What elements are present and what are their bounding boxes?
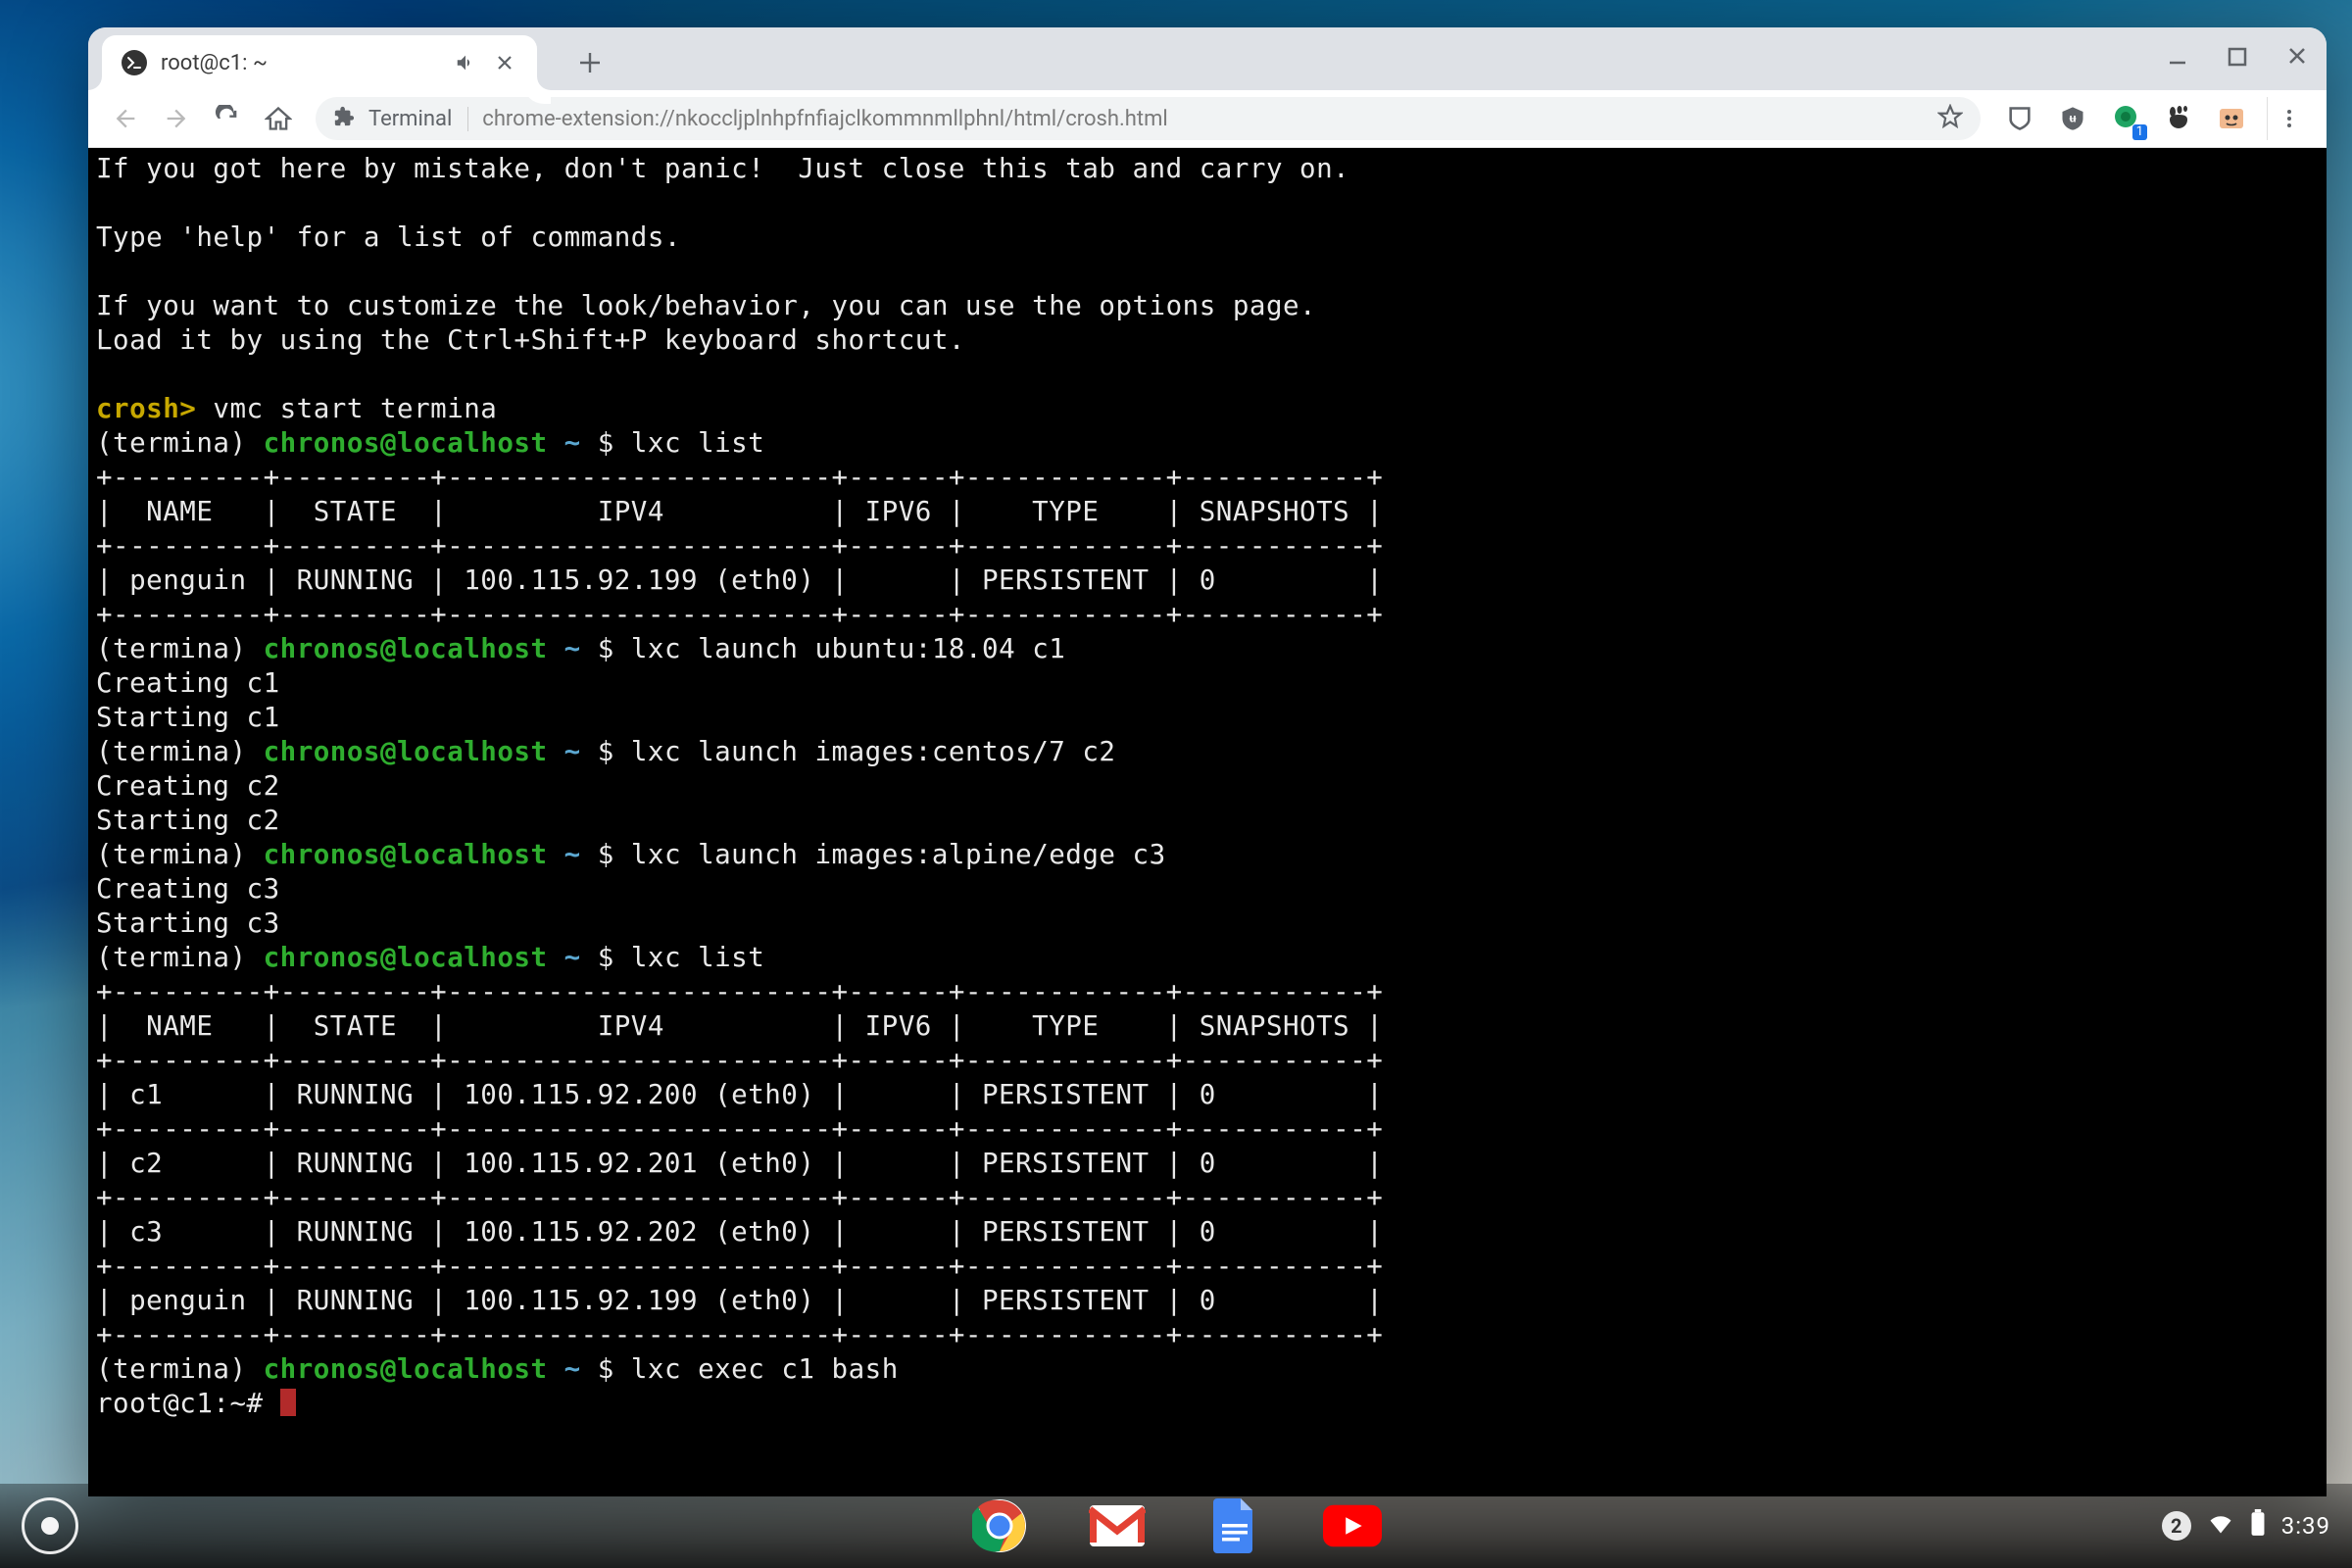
notification-count-badge: 2	[2162, 1511, 2191, 1541]
svg-text:ʉ: ʉ	[2069, 112, 2076, 125]
omnibox-prefix: Terminal	[368, 107, 468, 131]
tab-close-icon[interactable]	[492, 50, 517, 75]
chrome-app-icon[interactable]	[970, 1496, 1029, 1555]
gmail-app-icon[interactable]	[1088, 1496, 1147, 1555]
terminal-favicon-icon	[122, 50, 147, 75]
docs-app-icon[interactable]	[1205, 1496, 1264, 1555]
omnibox-url: chrome-extension://nkoccljplnhpfnfiajclk…	[482, 107, 1167, 131]
new-tab-button[interactable]	[566, 39, 613, 86]
launcher-button[interactable]	[22, 1497, 78, 1554]
back-button[interactable]	[104, 97, 147, 140]
window-maximize-button[interactable]	[2227, 44, 2248, 74]
tab-terminal[interactable]: root@c1: ~	[102, 35, 537, 90]
browser-menu-button[interactable]	[2267, 97, 2311, 140]
extension-icon	[333, 106, 355, 131]
battery-icon	[2250, 1509, 2266, 1543]
wifi-icon	[2207, 1509, 2234, 1543]
window-controls	[2166, 27, 2309, 90]
chrome-window: root@c1: ~ Terminal chrome-extension://n…	[88, 27, 2327, 1496]
chromeos-shelf: 2 3:39	[0, 1484, 2352, 1568]
sync-extension-icon[interactable]: 1	[2110, 103, 2141, 134]
tab-strip: root@c1: ~	[88, 27, 2327, 90]
tab-audio-icon[interactable]	[453, 50, 478, 75]
extension-badge: 1	[2132, 124, 2147, 140]
clock: 3:39	[2281, 1512, 2330, 1540]
omnibox[interactable]: Terminal chrome-extension://nkoccljplnhp…	[316, 97, 1981, 140]
terminal-output[interactable]: If you got here by mistake, don't panic!…	[88, 148, 2327, 1496]
reload-button[interactable]	[206, 97, 249, 140]
home-button[interactable]	[257, 97, 300, 140]
system-tray[interactable]: 2 3:39	[2162, 1509, 2330, 1543]
bitwarden-extension-icon[interactable]	[2004, 103, 2035, 134]
ublock-extension-icon[interactable]: ʉ	[2057, 103, 2088, 134]
forward-button[interactable]	[155, 97, 198, 140]
tab-title: root@c1: ~	[161, 51, 268, 75]
window-minimize-button[interactable]	[2166, 44, 2189, 74]
youtube-app-icon[interactable]	[1323, 1496, 1382, 1555]
window-close-button[interactable]	[2285, 44, 2309, 74]
reddit-extension-icon[interactable]	[2216, 103, 2247, 134]
browser-toolbar: Terminal chrome-extension://nkoccljplnhp…	[88, 90, 2327, 148]
bookmark-star-icon[interactable]	[1937, 104, 1963, 133]
extensions-row: ʉ 1	[2004, 103, 2247, 134]
shelf-apps	[970, 1496, 1382, 1555]
gnome-extension-icon[interactable]	[2163, 103, 2194, 134]
